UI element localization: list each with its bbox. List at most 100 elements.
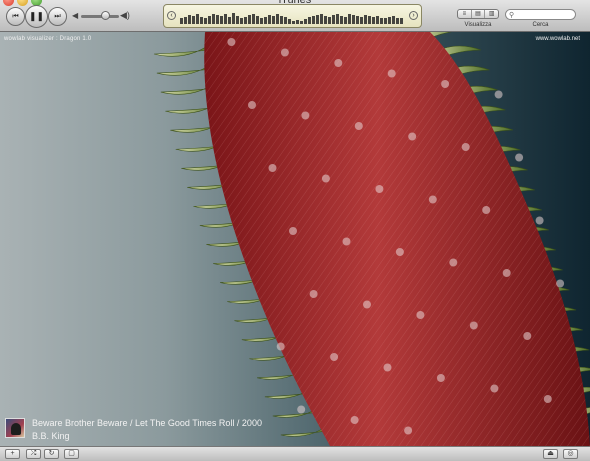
repeat-button[interactable]: ↻ <box>44 449 59 459</box>
eq-bar <box>368 16 371 24</box>
visualizer-site: www.wowlab.net <box>535 36 580 42</box>
list-view-icon[interactable]: ≡ <box>458 10 472 18</box>
eq-bar <box>400 18 403 24</box>
eq-bar <box>384 18 387 24</box>
eq-bar <box>288 19 291 24</box>
volume-slider-knob[interactable] <box>101 11 110 20</box>
circle-forward-icon[interactable]: › <box>409 11 418 20</box>
water-droplet <box>441 80 450 88</box>
water-droplet <box>494 90 503 99</box>
pause-button[interactable]: ❚❚ <box>25 5 48 28</box>
water-droplet <box>350 416 359 424</box>
bottom-bar: + ⤮ ↻ ▢ ⏏ ◎ <box>0 446 590 461</box>
search-input[interactable] <box>514 10 575 19</box>
eq-bar <box>304 19 307 24</box>
eq-bar <box>268 15 271 24</box>
water-droplet <box>330 353 339 361</box>
water-droplet <box>469 321 478 330</box>
water-droplet <box>515 153 524 162</box>
water-droplet <box>449 258 458 267</box>
eq-bar <box>300 21 303 24</box>
eq-bar <box>360 17 363 24</box>
water-droplet <box>387 69 396 78</box>
equalizer-bars <box>180 8 405 24</box>
volume-slider[interactable] <box>81 15 119 18</box>
visualizer-canvas: wowlab visualizer : Dragon 1.0 www.wowla… <box>0 32 590 446</box>
water-droplet <box>309 290 318 298</box>
eq-bar <box>192 16 195 24</box>
eq-bar <box>188 15 191 24</box>
eq-bar <box>252 14 255 24</box>
eq-bar <box>372 17 375 24</box>
water-droplet <box>375 185 384 193</box>
eq-bar <box>184 17 187 24</box>
water-droplet <box>416 311 425 319</box>
view-switcher: ≡ ▤ ▥ <box>457 9 499 19</box>
plus-icon: + <box>10 450 15 457</box>
eq-bar <box>332 15 335 24</box>
circle-back-icon[interactable]: ‹ <box>167 11 176 20</box>
water-droplet <box>395 248 404 256</box>
water-droplet <box>354 122 363 130</box>
burn-disc-button[interactable]: ◎ <box>563 449 578 459</box>
eq-bar <box>280 16 283 24</box>
eq-bar <box>348 14 351 24</box>
eq-bar <box>392 16 395 24</box>
eq-bar <box>328 17 331 24</box>
pause-icon: ❚❚ <box>28 11 45 21</box>
eq-bar <box>212 14 215 24</box>
water-droplet <box>404 426 413 435</box>
water-droplet <box>342 237 351 246</box>
eq-bar <box>376 16 379 24</box>
eq-bar <box>240 18 243 24</box>
eq-bar <box>248 15 251 24</box>
eq-bar <box>232 13 235 24</box>
eq-bar <box>356 16 359 24</box>
water-droplet <box>297 405 306 414</box>
water-droplet <box>276 342 285 351</box>
track-title: Beware Brother Beware / Let The Good Tim… <box>32 418 262 428</box>
eq-bar <box>292 21 295 24</box>
visualizer-name: wowlab visualizer : Dragon 1.0 <box>4 36 92 42</box>
eq-bar <box>388 17 391 24</box>
next-track-button[interactable]: ⏭ <box>48 7 67 26</box>
water-droplet <box>535 216 544 225</box>
show-artwork-button[interactable]: ▢ <box>64 449 79 459</box>
eject-button[interactable]: ⏏ <box>543 449 558 459</box>
eq-bar <box>296 20 299 24</box>
coverflow-view-icon[interactable]: ▥ <box>485 10 498 18</box>
water-droplet <box>543 395 552 403</box>
water-droplet <box>502 269 511 277</box>
eq-bar <box>228 17 231 24</box>
add-playlist-button[interactable]: + <box>5 449 20 459</box>
view-label: Visualizza <box>464 22 492 28</box>
water-droplet <box>408 132 417 141</box>
search-label: Cerca <box>532 22 549 28</box>
water-droplet <box>383 363 392 372</box>
eq-bar <box>276 14 279 24</box>
eq-bar <box>216 15 219 24</box>
eq-bar <box>324 16 327 24</box>
volume-low-icon: ◀ <box>72 11 79 20</box>
eq-bar <box>284 17 287 24</box>
water-droplet <box>334 59 343 67</box>
water-droplet <box>227 38 236 46</box>
search-field[interactable]: ⚲ <box>505 9 576 20</box>
water-droplet <box>363 300 371 309</box>
status-display: ‹ › <box>163 4 422 28</box>
next-icon: ⏭ <box>54 13 61 20</box>
eq-bar <box>344 17 347 24</box>
eq-bar <box>308 17 311 24</box>
eq-bar <box>220 16 223 24</box>
previous-track-button[interactable]: ⏮ <box>6 7 25 26</box>
eq-bar <box>316 15 319 24</box>
eq-bar <box>244 17 247 24</box>
shuffle-button[interactable]: ⤮ <box>26 449 41 459</box>
water-droplet <box>436 374 445 382</box>
album-view-icon[interactable]: ▤ <box>472 10 486 18</box>
volume-high-icon: ◀) <box>120 10 130 20</box>
eq-bar <box>340 16 343 24</box>
eq-bar <box>364 15 367 24</box>
shuffle-icon: ⤮ <box>30 450 37 457</box>
album-artwork <box>5 418 25 438</box>
